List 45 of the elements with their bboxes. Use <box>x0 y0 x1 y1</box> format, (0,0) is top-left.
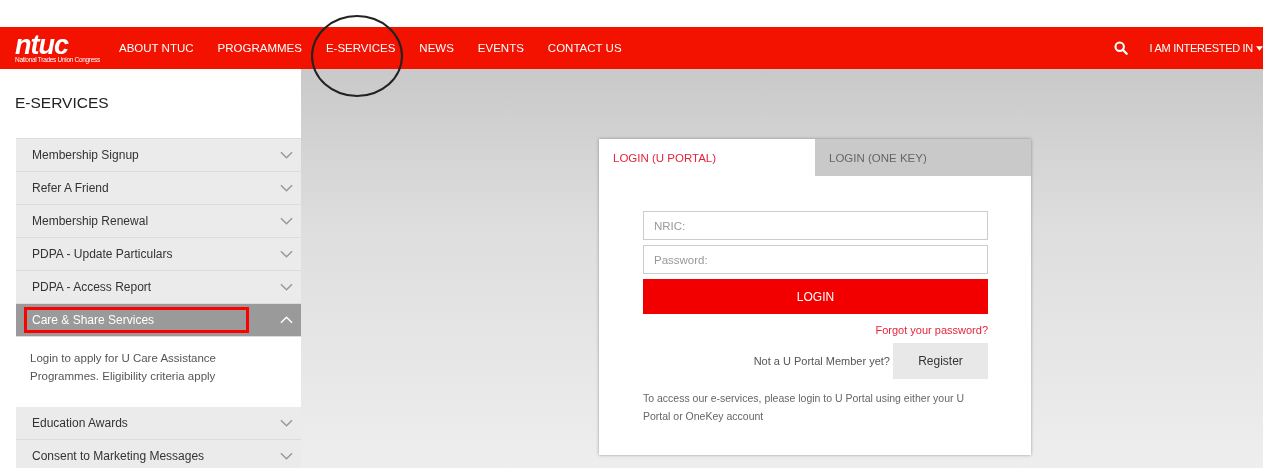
accordion-item[interactable]: Consent to Marketing Messages <box>16 440 301 468</box>
accordion-item[interactable]: PDPA - Access Report <box>16 271 301 304</box>
login-tab[interactable]: LOGIN (U PORTAL) <box>599 139 815 176</box>
login-note: To access our e-services, please login to U Portal using either your U Portal or OneKey account <box>643 391 965 424</box>
nav-link[interactable]: E-SERVICES <box>313 42 408 54</box>
accordion-label: Care & Share Services <box>27 310 247 330</box>
nav-link[interactable]: NEWS <box>407 42 466 54</box>
login-button[interactable]: LOGIN <box>643 279 988 314</box>
password-field[interactable]: Password: <box>643 245 988 274</box>
chevron-icon <box>280 184 293 192</box>
search-icon[interactable] <box>1113 41 1128 55</box>
register-button[interactable]: Register <box>893 343 988 379</box>
accordion-item[interactable]: PDPA - Update Particulars <box>16 238 301 271</box>
accordion-label: PDPA - Update Particulars <box>32 246 173 263</box>
accordion-item[interactable]: Membership Signup <box>16 139 301 172</box>
interest-menu[interactable]: I AM INTERESTED IN <box>1149 42 1253 54</box>
accordion-text: Login to apply for U Care Assistance Programmes. Eligibility criteria apply <box>30 351 218 384</box>
accordion-label: Education Awards <box>32 415 128 432</box>
chevron-icon <box>280 250 293 258</box>
chevron-icon <box>280 151 293 159</box>
logo[interactable]: ntuc <box>15 32 107 57</box>
chevron-icon <box>280 217 293 225</box>
accordion-item[interactable]: Education Awards <box>16 407 301 440</box>
nav-link[interactable]: CONTACT US <box>535 42 634 54</box>
accordion-label: Refer A Friend <box>32 180 109 197</box>
accordion-item[interactable]: Care & Share Services <box>16 304 301 337</box>
nav-link[interactable]: ABOUT NTUC <box>107 42 206 54</box>
accordion-label: PDPA - Access Report <box>32 279 152 296</box>
section-title: E-SERVICES <box>14 93 110 113</box>
chevron-icon <box>280 452 293 460</box>
accordion-item[interactable]: Membership Renewal <box>16 205 301 238</box>
nav-link[interactable]: EVENTS <box>465 42 536 54</box>
forgot-password-link[interactable]: Forgot your password? <box>875 324 988 336</box>
caret-icon[interactable] <box>1256 45 1263 51</box>
accordion-label: Consent to Marketing Messages <box>32 448 205 465</box>
chevron-icon <box>280 283 293 291</box>
accordion-label: Membership Signup <box>32 147 139 164</box>
nav-link[interactable]: PROGRAMMES <box>205 42 314 54</box>
accordion-label: Membership Renewal <box>32 213 149 230</box>
nric-field[interactable]: NRIC: <box>643 211 988 240</box>
accordion-item[interactable]: Refer A Friend <box>16 172 301 205</box>
chevron-icon <box>280 316 293 324</box>
login-tab[interactable]: LOGIN (ONE KEY) <box>815 139 1031 176</box>
member-prompt: Not a U Portal Member yet? <box>753 355 890 367</box>
chevron-icon <box>280 419 293 427</box>
